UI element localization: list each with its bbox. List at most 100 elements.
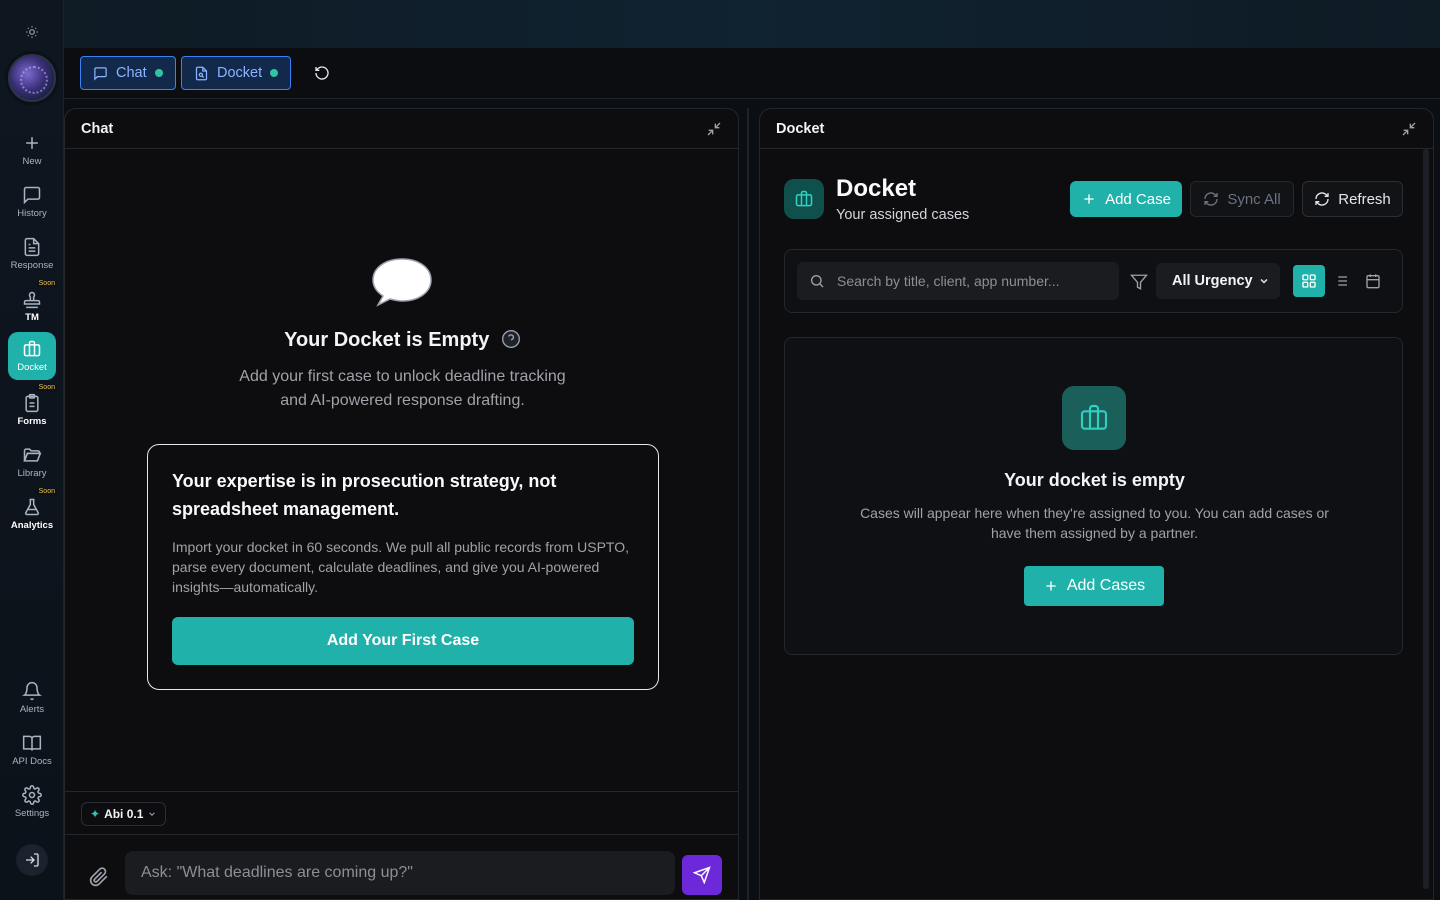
search-icon — [811, 275, 824, 288]
top-strip — [64, 0, 1440, 48]
logout-button[interactable] — [16, 844, 48, 876]
card-body: Import your docket in 60 seconds. We pul… — [172, 539, 630, 595]
app-root: New History Response Soon TM Docket Soon… — [0, 0, 1440, 900]
empty-subtitle: Cases will appear here when they're assi… — [860, 505, 1329, 541]
list-view-button[interactable] — [1325, 265, 1357, 297]
sidebar-item-history[interactable]: History — [8, 178, 56, 226]
sidebar-item-label: History — [17, 208, 47, 219]
calendar-icon — [1366, 274, 1380, 289]
help-circle-icon[interactable] — [501, 329, 521, 349]
sidebar-item-settings[interactable]: Settings — [8, 778, 56, 826]
book-open-icon — [22, 735, 42, 751]
button-label: Add Cases — [1066, 577, 1146, 594]
model-label: Abi 0.1 — [104, 807, 144, 821]
refresh-button[interactable]: Refresh — [1302, 181, 1403, 217]
model-selector[interactable]: ✦ Abi 0.1 — [81, 802, 167, 826]
sidebar-item-forms[interactable]: Soon Forms — [8, 384, 58, 434]
rotate-ccw-icon — [315, 66, 329, 80]
panel-title: Chat — [81, 120, 114, 137]
file-text-icon — [24, 237, 40, 257]
briefcase-icon — [784, 179, 824, 219]
soon-badge: Soon — [35, 488, 58, 495]
button-label: Refresh — [1338, 190, 1391, 208]
sidebar-item-label: Analytics — [10, 520, 54, 531]
calendar-view-button[interactable] — [1357, 265, 1389, 297]
filter-icon — [1130, 274, 1148, 290]
filter-bar: All Urgency — [784, 249, 1403, 313]
briefcase-icon — [23, 340, 41, 357]
plus-icon — [26, 137, 38, 149]
sidebar-item-label: API Docs — [12, 756, 52, 767]
tab-chat[interactable]: Chat — [80, 56, 176, 90]
tab-docket[interactable]: Docket — [181, 56, 292, 90]
panel-title: Docket — [776, 120, 825, 137]
paperclip-icon[interactable] — [89, 867, 109, 887]
panel-header: Chat — [65, 109, 738, 149]
minimize-icon[interactable] — [706, 121, 722, 137]
sparkle-icon: ✦ — [90, 807, 101, 821]
add-case-button[interactable]: Add Case — [1070, 181, 1182, 217]
urgency-select[interactable]: All Urgency — [1156, 263, 1280, 299]
sun-icon[interactable] — [22, 22, 42, 42]
send-button[interactable] — [682, 855, 722, 895]
message-square-icon — [23, 186, 41, 205]
plus-icon — [1046, 581, 1056, 591]
page-title: Docket — [836, 175, 917, 202]
sidebar-item-docket[interactable]: Docket — [8, 332, 56, 380]
refresh-icon — [1315, 192, 1329, 206]
minimize-icon[interactable] — [1401, 121, 1417, 137]
sidebar-item-library[interactable]: Library — [8, 438, 56, 486]
tab-label: Chat — [116, 65, 147, 81]
sidebar-item-label: Docket — [17, 362, 47, 373]
add-cases-button[interactable]: Add Cases — [1024, 566, 1164, 606]
toolbar: Chat Docket — [64, 48, 1440, 99]
file-search-icon — [195, 66, 208, 80]
sidebar-item-label: TM — [25, 312, 39, 323]
sidebar-item-new[interactable]: New — [8, 126, 56, 174]
grid-view-button[interactable] — [1293, 265, 1325, 297]
sync-all-button[interactable]: Sync All — [1190, 181, 1294, 217]
urgency-value: All Urgency — [1172, 273, 1253, 289]
sidebar-item-api-docs[interactable]: API Docs — [8, 726, 56, 774]
card-title: Your expertise is in prosecution strateg… — [172, 471, 557, 519]
soon-badge: Soon — [35, 384, 58, 391]
reset-layout-button[interactable] — [312, 63, 332, 83]
search-input[interactable] — [837, 262, 1113, 300]
flask-icon — [24, 498, 40, 516]
chevron-down-icon — [1260, 278, 1268, 284]
clipboard-icon — [25, 393, 39, 413]
log-in-icon — [26, 853, 39, 867]
sidebar-item-tm[interactable]: Soon TM — [8, 280, 58, 330]
sidebar-item-label: Forms — [17, 416, 47, 427]
message-square-icon — [94, 66, 107, 81]
page-subtitle: Your assigned cases — [836, 207, 970, 223]
add-first-case-button[interactable]: Add Your First Case — [172, 617, 634, 665]
sidebar-item-label: Response — [10, 260, 54, 271]
panel-divider[interactable] — [747, 108, 749, 900]
sidebar-item-label: Settings — [14, 808, 50, 819]
chevron-down-icon — [149, 812, 156, 816]
send-icon — [693, 866, 711, 884]
panel-header: Docket — [760, 109, 1433, 149]
stamp-icon — [23, 291, 41, 309]
chat-input[interactable] — [125, 851, 675, 895]
sidebar-item-analytics[interactable]: Soon Analytics — [8, 488, 58, 538]
briefcase-icon — [1062, 386, 1126, 450]
onboarding-card: Your expertise is in prosecution strateg… — [147, 444, 659, 690]
plus-icon — [1084, 194, 1094, 204]
empty-subtitle: Add your first case to unlock deadline t… — [239, 368, 566, 409]
soon-badge: Soon — [35, 280, 58, 287]
search-box — [797, 262, 1119, 300]
bell-icon — [22, 681, 42, 701]
sidebar-item-response[interactable]: Response — [8, 230, 56, 278]
gear-icon — [22, 785, 42, 805]
scrollbar[interactable] — [1423, 149, 1429, 889]
refresh-icon — [1204, 192, 1218, 206]
button-label: Sync All — [1227, 190, 1281, 208]
sidebar: New History Response Soon TM Docket Soon… — [0, 0, 64, 900]
status-dot — [154, 69, 163, 77]
sidebar-item-label: Library — [17, 468, 47, 479]
docket-panel: Docket Docket Your assigned cases Add Ca… — [759, 108, 1434, 900]
sidebar-item-alerts[interactable]: Alerts — [8, 674, 56, 722]
avatar[interactable] — [8, 54, 56, 102]
